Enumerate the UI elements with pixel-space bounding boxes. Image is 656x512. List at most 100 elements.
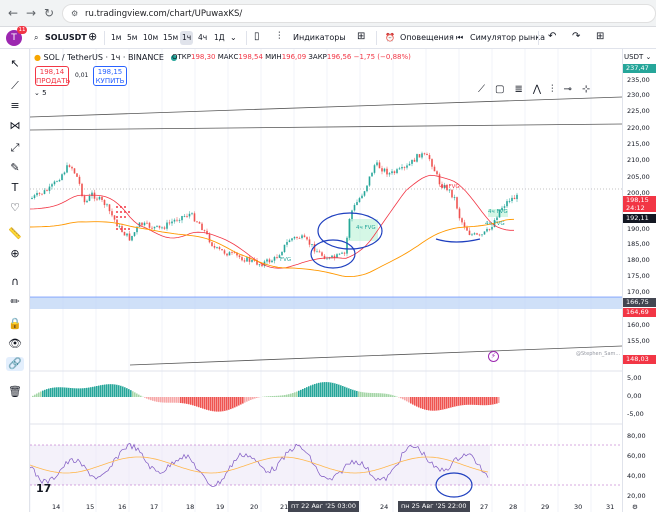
- redo-icon[interactable]: ↷: [572, 31, 580, 42]
- alarm-icon[interactable]: ⏰: [385, 33, 395, 42]
- crosshair-date-1: пт 22 Авг '25 03:00: [288, 501, 360, 512]
- currency-selector[interactable]: USDT ⌄: [624, 53, 651, 61]
- fvg-label: FVG: [280, 257, 292, 263]
- drawing-float-toolbar[interactable]: ⟋▢≣⋀⫶⊸⊹: [478, 84, 600, 95]
- spread-value: 0,01: [75, 72, 89, 79]
- address-bar[interactable]: ⚙ ru.tradingview.com/chart/UPuwaxKS/: [62, 4, 656, 23]
- layout-icon[interactable]: ⊞: [357, 31, 365, 42]
- indicators-icon[interactable]: ⫶: [278, 31, 281, 42]
- hline-tool-icon[interactable]: ⊸: [564, 84, 582, 95]
- price-box: 192,11: [623, 214, 656, 223]
- open-label: ОТКР: [172, 53, 191, 61]
- crosshair-date-2: пн 25 Авг '25 22:00: [398, 501, 470, 512]
- fib-tool-icon[interactable]: ≣: [514, 84, 532, 95]
- vline-tool-icon[interactable]: ⊹: [582, 84, 600, 95]
- sell-button[interactable]: 198,14 ПРОДАТЬ: [35, 66, 70, 86]
- zone-top-box: 166,75: [623, 298, 656, 307]
- tf-15m[interactable]: 15м: [161, 31, 180, 45]
- tf-1m[interactable]: 1м: [109, 31, 123, 45]
- indicators-collapse[interactable]: ⌄ 5: [34, 89, 47, 97]
- magnet-icon[interactable]: ∩: [6, 275, 24, 289]
- symbol-legend[interactable]: ● SOL / TetherUS · 1ч · BINANCE ●: [34, 53, 177, 62]
- fib-icon[interactable]: ≡: [6, 99, 24, 113]
- buy-button[interactable]: 198,15 КУПИТЬ: [93, 66, 127, 86]
- date-label: 31: [606, 503, 615, 511]
- rect-tool-icon[interactable]: ▢: [495, 84, 514, 95]
- price-label: 155,00: [627, 337, 650, 345]
- rsi-label: 80,00: [627, 432, 646, 440]
- pattern-icon[interactable]: ⋈: [6, 119, 24, 133]
- rsi-label: 60,00: [627, 452, 646, 460]
- chevron-down-icon: ⌄: [645, 53, 652, 61]
- price-label: 185,00: [627, 240, 650, 248]
- tf-1d[interactable]: 1Д: [212, 31, 227, 45]
- tradingview-logo[interactable]: 17: [36, 482, 51, 495]
- price-axis[interactable]: [622, 49, 656, 512]
- zone-bottom-box: 164,69: [623, 308, 656, 317]
- drawing-toolbar: ↖ ⟋ ≡ ⋈ ⤢ ✎ T ♡ 📏 ⊕ ∩ ✏ 🔒 👁 🔗 🗑: [0, 49, 30, 512]
- date-label: 29: [541, 503, 550, 511]
- price-label: 190,00: [627, 225, 650, 233]
- undo-icon[interactable]: ↶: [548, 31, 556, 42]
- favorite-icon[interactable]: ♡: [6, 201, 24, 215]
- ruler-icon[interactable]: 📏: [6, 227, 24, 241]
- forward-icon[interactable]: →: [26, 6, 36, 20]
- rsi-label: 40,00: [627, 472, 646, 480]
- chevron-down-icon: ⌄: [34, 89, 40, 97]
- legend-title: SOL / TetherUS · 1ч · BINANCE: [43, 53, 164, 62]
- line-tool-icon[interactable]: ⟋: [478, 84, 495, 95]
- change-value: −1,75 (−0,88%): [353, 53, 411, 61]
- bar-tool-icon[interactable]: ⫶: [551, 84, 564, 95]
- buy-label: КУПИТЬ: [95, 77, 125, 85]
- trend-line-icon[interactable]: ⟋: [6, 79, 24, 93]
- replay-button[interactable]: Симулятор рынка: [470, 33, 545, 42]
- reload-icon[interactable]: ↻: [44, 6, 54, 20]
- path-tool-icon[interactable]: ⋀: [533, 84, 551, 95]
- eye-icon[interactable]: 👁: [6, 337, 24, 351]
- replay-icon[interactable]: ⏮: [456, 33, 463, 43]
- fvg-label: 4ч FVG: [488, 209, 508, 215]
- prediction-icon[interactable]: ⤢: [6, 141, 24, 155]
- date-label: 24: [380, 503, 389, 511]
- site-info-icon[interactable]: ⚙: [71, 9, 78, 18]
- chart-type-icon[interactable]: ▯: [254, 31, 260, 42]
- symbol-search[interactable]: SOLUSDT: [45, 33, 87, 42]
- price-label: 175,00: [627, 272, 650, 280]
- date-label: 19: [216, 503, 225, 511]
- tf-5m[interactable]: 5м: [125, 31, 139, 45]
- settings-icon[interactable]: ⚙: [632, 503, 638, 511]
- date-label: 20: [250, 503, 259, 511]
- price-label: 160,00: [627, 321, 650, 329]
- lock-drawings-icon[interactable]: ✏: [6, 295, 24, 309]
- link-icon[interactable]: 🔗: [6, 357, 24, 371]
- layout-grid-icon[interactable]: ⊞: [596, 31, 604, 42]
- back-icon[interactable]: ←: [8, 6, 18, 20]
- tf-1h[interactable]: 1ч: [180, 31, 194, 45]
- buy-price: 198,15: [97, 68, 123, 76]
- zoom-icon[interactable]: ⊕: [6, 247, 24, 261]
- chart-area[interactable]: [29, 49, 623, 512]
- trash-icon[interactable]: 🗑: [6, 385, 24, 399]
- price-label: 205,00: [627, 173, 650, 181]
- brush-icon[interactable]: ✎: [6, 161, 24, 175]
- text-icon[interactable]: T: [6, 181, 24, 195]
- timeframe-dropdown-icon[interactable]: ⌄: [230, 33, 237, 42]
- tf-4h[interactable]: 4ч: [196, 31, 209, 45]
- date-label: 15: [86, 503, 95, 511]
- lock-icon[interactable]: 🔒: [6, 317, 24, 331]
- rsi-label: 20,00: [627, 492, 646, 500]
- indicators-button[interactable]: Индикаторы: [293, 33, 346, 42]
- price-label: 180,00: [627, 256, 650, 264]
- search-icon[interactable]: ⌕: [34, 33, 38, 43]
- osc-label: 5,00: [627, 374, 642, 382]
- current-price: 198,15: [626, 196, 649, 204]
- add-symbol-icon[interactable]: ⊕: [88, 30, 97, 43]
- cursor-icon[interactable]: ↖: [6, 57, 24, 71]
- alerts-button[interactable]: Оповещения: [400, 33, 454, 42]
- chart-top-toolbar: T 11 ⌕ SOLUSDT ⊕ 1м 5м 10м 15м 1ч 4ч 1Д …: [0, 26, 656, 49]
- date-label: 18: [186, 503, 195, 511]
- tf-10m[interactable]: 10м: [141, 31, 160, 45]
- lightning-icon[interactable]: ⚡: [488, 351, 499, 362]
- trendline-price-box: 148,03: [623, 355, 656, 364]
- currency-label: USDT: [624, 53, 644, 61]
